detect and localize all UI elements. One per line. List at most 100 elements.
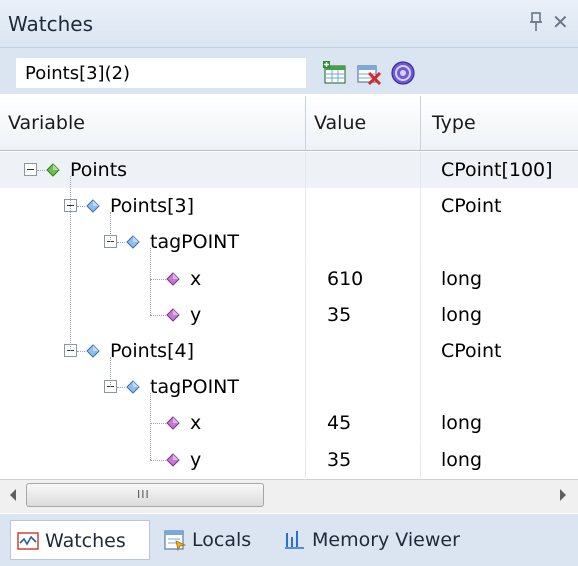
variable-name: x (190, 267, 202, 290)
tab-locals[interactable]: Locals (160, 520, 272, 560)
column-gridline (305, 405, 306, 442)
tree-connector (77, 206, 85, 208)
tree-connector (150, 423, 166, 425)
column-gridline (420, 405, 421, 442)
window-title: Watches (8, 12, 93, 36)
tree-connector (150, 248, 151, 315)
column-gridline (305, 333, 306, 369)
tree-row[interactable]: Points[4] CPoint (0, 333, 578, 369)
purple-member-icon (166, 452, 180, 467)
tree-connector (70, 176, 71, 351)
variable-type: CPoint (441, 340, 502, 362)
variable-name: tagPOINT (150, 231, 239, 254)
variable-value[interactable]: 35 (327, 442, 351, 478)
tree-row[interactable]: x 45 long (0, 405, 578, 442)
title-bar: Watches ✕ (0, 0, 578, 48)
column-gridline (305, 188, 306, 225)
scroll-right-icon[interactable] (560, 489, 566, 501)
tree-row[interactable]: Points CPoint[100] (0, 152, 578, 188)
column-gridline (420, 260, 421, 297)
tree-row[interactable]: y 35 long (0, 296, 578, 333)
column-separator[interactable] (305, 96, 306, 150)
scroll-grip: III (137, 488, 150, 501)
tree-row[interactable]: tagPOINT (0, 369, 578, 406)
column-gridline (305, 441, 306, 478)
delete-watch-icon[interactable] (356, 60, 382, 86)
collapse-toggle-icon[interactable] (24, 163, 37, 176)
tab-label: Watches (45, 530, 126, 552)
scroll-left-icon[interactable] (10, 489, 16, 501)
grid-header: Variable Value Type (0, 96, 578, 151)
variable-name: y (190, 303, 202, 326)
variable-value[interactable]: 45 (327, 405, 351, 441)
green-member-icon (46, 163, 60, 177)
blue-member-icon (86, 199, 100, 213)
variable-type: long (441, 303, 483, 326)
variable-type: CPoint[100] (441, 159, 553, 181)
locals-icon (164, 530, 186, 551)
close-icon[interactable]: ✕ (552, 10, 569, 34)
column-gridline (420, 369, 421, 406)
column-header-type[interactable]: Type (432, 96, 476, 150)
scroll-thumb[interactable]: III (26, 483, 264, 507)
watch-grid: Variable Value Type Points CPoint[100] Poi… (0, 96, 578, 478)
horizontal-scrollbar[interactable]: III (0, 479, 578, 513)
tree-connector (37, 170, 45, 171)
column-header-variable[interactable]: Variable (8, 96, 85, 150)
tab-memory-viewer[interactable]: Memory Viewer (282, 520, 482, 560)
blue-member-icon (126, 235, 140, 250)
watch-icon (17, 532, 39, 550)
column-separator[interactable] (420, 96, 421, 150)
column-gridline (420, 152, 421, 188)
column-gridline (420, 188, 421, 225)
tree-connector (150, 314, 166, 316)
tab-label: Memory Viewer (312, 529, 460, 551)
tab-label: Locals (192, 529, 252, 551)
variable-type: long (441, 448, 483, 471)
tree-connector (150, 393, 151, 460)
column-gridline (305, 152, 306, 188)
tree-row[interactable]: tagPOINT (0, 224, 578, 261)
variable-name: Points[4] (110, 340, 194, 362)
variable-name: Points[3] (110, 195, 194, 218)
tree-connector (117, 387, 125, 389)
variable-name: y (190, 448, 202, 471)
pin-icon[interactable] (528, 10, 544, 34)
add-watch-icon[interactable] (322, 60, 348, 86)
column-gridline (420, 333, 421, 369)
variable-name: tagPOINT (150, 376, 239, 399)
variable-name: Points (70, 159, 128, 181)
variable-type: CPoint (441, 195, 502, 218)
purple-member-icon (166, 416, 180, 431)
column-gridline (305, 296, 306, 333)
column-gridline (420, 296, 421, 333)
tab-watches[interactable]: Watches (10, 520, 150, 560)
blue-member-icon (126, 380, 140, 394)
tree-connector (77, 351, 85, 352)
column-header-value[interactable]: Value (314, 96, 366, 150)
tree-row[interactable]: y 35 long (0, 441, 578, 478)
tree-connector (110, 212, 111, 243)
tree-row[interactable]: Points[3] CPoint (0, 188, 578, 225)
help-icon[interactable] (390, 60, 416, 86)
column-gridline (305, 260, 306, 297)
variable-value[interactable]: 35 (327, 297, 351, 333)
purple-member-icon (166, 271, 180, 286)
column-gridline (420, 224, 421, 261)
tree-row[interactable]: x 610 long (0, 260, 578, 297)
column-gridline (420, 441, 421, 478)
purple-member-icon (166, 308, 180, 322)
tree-connector (110, 357, 111, 388)
tree-connector (150, 459, 166, 461)
variable-name: x (190, 412, 202, 435)
column-gridline (305, 224, 306, 261)
blue-member-icon (86, 344, 100, 358)
tree-connector (150, 278, 166, 280)
variable-type: long (441, 267, 483, 290)
expression-input[interactable] (16, 58, 306, 88)
memory-viewer-icon (285, 531, 304, 549)
tree-connector (117, 242, 125, 244)
variable-value[interactable]: 610 (327, 261, 363, 297)
column-gridline (305, 369, 306, 406)
variable-type: long (441, 412, 483, 435)
